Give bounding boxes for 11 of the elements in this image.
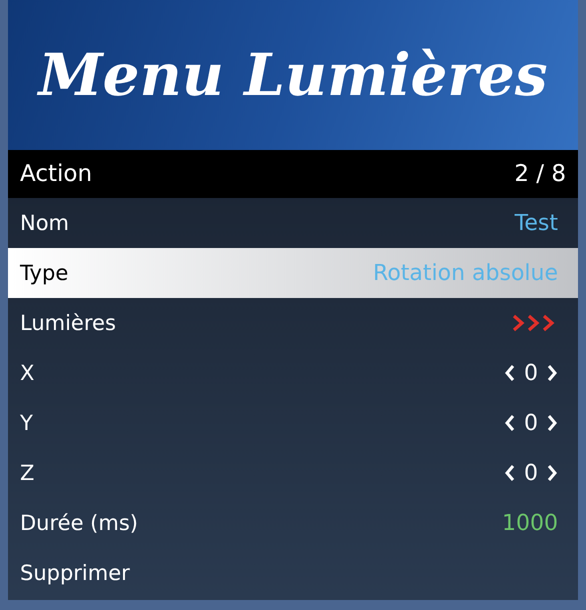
page-counter: 2 / 8	[514, 161, 566, 187]
menu-item[interactable]: Y 0	[8, 398, 578, 448]
menu-item[interactable]: Z 0	[8, 448, 578, 498]
menu-item[interactable]: Durée (ms) 1000	[8, 498, 578, 548]
menu-item[interactable]: Type Rotation absolue	[8, 248, 578, 298]
menu-item[interactable]: Supprimer	[8, 548, 578, 598]
subtitle-label: Action	[20, 161, 92, 187]
menu-title: Menu Lumières	[38, 41, 548, 109]
menu-item[interactable]: X 0	[8, 348, 578, 398]
menu-item[interactable]: Nom Test	[8, 198, 578, 248]
menu-item[interactable]: Lumières	[8, 298, 578, 348]
